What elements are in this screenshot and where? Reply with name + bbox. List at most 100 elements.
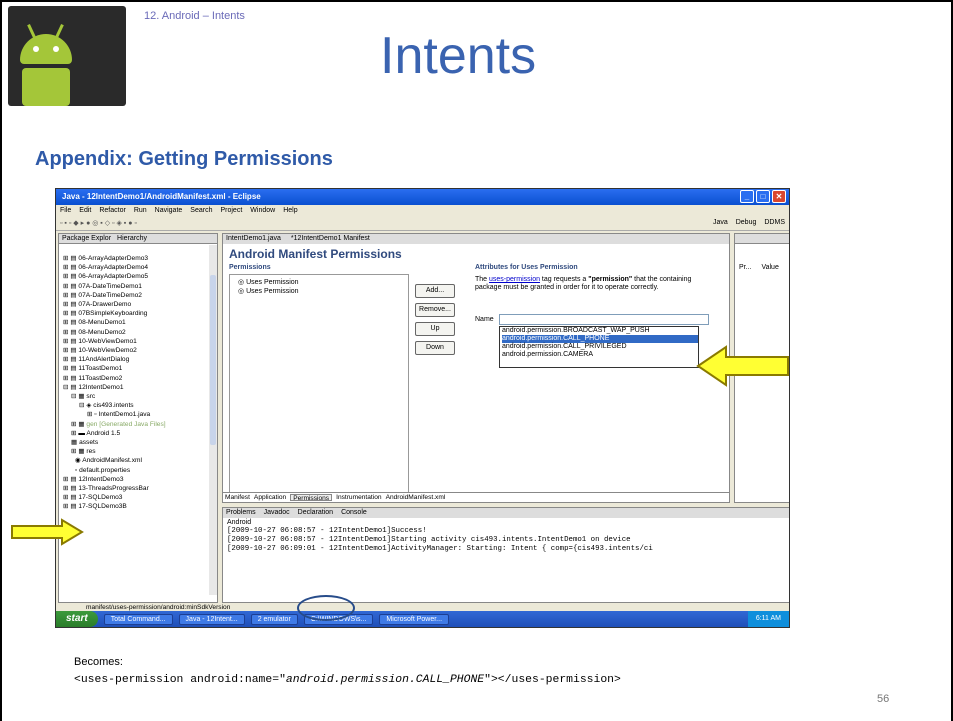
project-tree: ⊞ ▤ 06-ArrayAdapterDemo3 ⊞ ▤ 06-ArrayAda…	[59, 244, 217, 512]
tree-item[interactable]: ⊞ ▤ 17-SQLDemo3	[63, 493, 215, 502]
column-property: Pr...	[739, 264, 752, 271]
tree-item[interactable]: ⊟ ▦ src	[63, 392, 215, 401]
tree-item[interactable]: ⊞ ▤ 06-ArrayAdapterDemo4	[63, 263, 215, 272]
tree-item[interactable]: ⊞ ▤ 11ToastDemo2	[63, 374, 215, 383]
tree-item[interactable]: ⊞ ▤ 07A-DrawerDemo	[63, 300, 215, 309]
add-button[interactable]: Add...	[415, 284, 455, 298]
tab-declaration[interactable]: Declaration	[298, 509, 333, 517]
tree-item[interactable]: ⊞ ▬ Android 1.5	[63, 429, 215, 438]
perspective-ddms[interactable]: DDMS	[764, 219, 785, 228]
list-item[interactable]: ◎ Uses Permission	[238, 287, 400, 296]
window-titlebar: Java - 12IntentDemo1/AndroidManifest.xml…	[56, 189, 789, 205]
android-logo	[8, 6, 126, 106]
down-button[interactable]: Down	[415, 341, 455, 355]
tab-instrumentation[interactable]: Instrumentation	[336, 494, 381, 501]
windows-taskbar: start Total Command... Java - 12Intent..…	[56, 611, 789, 627]
tree-item[interactable]: ⊞ ▦ gen [Generated Java Files]	[63, 420, 215, 429]
tab-console[interactable]: Console	[341, 509, 367, 517]
tree-scrollbar[interactable]	[209, 245, 217, 595]
tree-item[interactable]: ⊞ ▤ 08-MenuDemo1	[63, 318, 215, 327]
tab-manifest-page[interactable]: Manifest	[225, 494, 250, 501]
permissions-tab-highlight	[297, 595, 355, 621]
tree-item[interactable]: ⊞ ▤ 12IntentDemo3	[63, 475, 215, 484]
perspective-debug[interactable]: Debug	[736, 219, 757, 228]
menu-project[interactable]: Project	[220, 207, 242, 215]
permissions-list: ◎ Uses Permission ◎ Uses Permission	[229, 274, 409, 494]
up-button[interactable]: Up	[415, 322, 455, 336]
remove-button[interactable]: Remove...	[415, 303, 455, 317]
console-line: [2009-10-27 06:08:57 - 12IntentDemo1]Suc…	[227, 527, 427, 535]
menu-refactor[interactable]: Refactor	[99, 207, 125, 215]
tab-permissions[interactable]: Permissions	[290, 494, 333, 502]
section-heading: Appendix: Getting Permissions	[35, 148, 333, 170]
becomes-label: Becomes:	[74, 656, 123, 668]
tree-item[interactable]: ⊞ ▤ 06-ArrayAdapterDemo3	[63, 254, 215, 263]
name-combo[interactable]	[499, 314, 709, 325]
task-total-commander[interactable]: Total Command...	[103, 613, 173, 625]
close-icon[interactable]: ✕	[772, 190, 786, 203]
tree-item[interactable]: ⊞ ▦ res	[63, 447, 215, 456]
perspective-java[interactable]: Java	[713, 219, 728, 228]
tab-hierarchy[interactable]: Hierarchy	[117, 235, 147, 242]
tree-item[interactable]: ⊞ ▤ 11AndAlertDialog	[63, 355, 215, 364]
tree-item[interactable]: ⊞ ▤ 06-ArrayAdapterDemo5	[63, 272, 215, 281]
dropdown-option[interactable]: android.permission.CAMERA	[502, 351, 698, 359]
tree-item[interactable]: ⊞ ▤ 11ToastDemo1	[63, 364, 215, 373]
tree-item[interactable]: ⊞ ▤ 10-WebViewDemo2	[63, 346, 215, 355]
menu-search[interactable]: Search	[190, 207, 212, 215]
start-button[interactable]: start	[56, 611, 98, 627]
name-label: Name	[475, 316, 494, 323]
manifest-title: Android Manifest Permissions	[229, 247, 402, 261]
attributes-description: The uses-permission tag requests a "perm…	[475, 276, 692, 291]
tab-javadoc[interactable]: Javadoc	[264, 509, 290, 517]
console-view: Problems Javadoc Declaration Console And…	[222, 507, 789, 603]
tab-package-explorer[interactable]: Package Explor	[62, 235, 111, 242]
manifest-editor: IntentDemo1.java *12IntentDemo1 Manifest…	[222, 233, 730, 503]
tree-item[interactable]: ⊞ ▫ IntentDemo1.java	[63, 410, 215, 419]
permission-dropdown: android.permission.BROADCAST_WAP_PUSH an…	[499, 326, 699, 368]
tab-intentdemo1-java[interactable]: IntentDemo1.java	[226, 235, 281, 243]
task-eclipse[interactable]: Java - 12Intent...	[178, 613, 245, 625]
menu-help[interactable]: Help	[283, 207, 297, 215]
tree-item[interactable]: ▦ assets	[63, 438, 215, 447]
toolbar-icons[interactable]: ▫ ▪ ▫ ◆ ▸ ● ◎ ▪ ◇ ▫ ◈ ▪ ● ▫	[60, 219, 137, 228]
menu-navigate[interactable]: Navigate	[155, 207, 183, 215]
tab-problems[interactable]: Problems	[226, 509, 256, 517]
tree-item[interactable]: ⊞ ▤ 17-SQLDemo3B	[63, 502, 215, 511]
console-label: Android	[227, 519, 252, 526]
console-line: [2009-10-27 06:09:01 - 12IntentDemo1]Act…	[227, 545, 653, 553]
tree-item[interactable]: ⊟ ◈ cis493.intents	[63, 401, 215, 410]
tree-item[interactable]: ▫ default.properties	[63, 466, 215, 475]
tab-application[interactable]: Application	[254, 494, 286, 501]
dropdown-option-selected[interactable]: android.permission.CALL_PHONE	[502, 335, 698, 343]
tree-item[interactable]: ⊞ ▤ 08-MenuDemo2	[63, 328, 215, 337]
minimize-icon[interactable]: _	[740, 190, 754, 203]
slide-subtitle: 12. Android – Intents	[144, 10, 245, 22]
menu-edit[interactable]: Edit	[79, 207, 91, 215]
dropdown-option[interactable]: android.permission.BROADCAST_WAP_PUSH	[502, 327, 698, 335]
tree-item[interactable]: ⊞ ▤ 10-WebViewDemo1	[63, 337, 215, 346]
tree-item[interactable]: ◉ AndroidManifest.xml	[63, 456, 215, 465]
attributes-header: Attributes for Uses Permission	[475, 264, 578, 271]
slide-title: Intents	[380, 27, 537, 85]
maximize-icon[interactable]: □	[756, 190, 770, 203]
dropdown-option[interactable]: android.permission.CALL_PRIVILEGED	[502, 343, 698, 351]
menu-window[interactable]: Window	[250, 207, 275, 215]
console-line: [2009-10-27 06:08:57 - 12IntentDemo1]Sta…	[227, 536, 631, 544]
tree-item[interactable]: ⊞ ▤ 07BSimpleKeyboarding	[63, 309, 215, 318]
menu-file[interactable]: File	[60, 207, 71, 215]
tab-androidmanifest-xml[interactable]: AndroidManifest.xml	[386, 494, 446, 501]
task-powerpoint[interactable]: Microsoft Power...	[379, 613, 450, 625]
list-item[interactable]: ◎ Uses Permission	[238, 278, 400, 287]
uses-permission-link[interactable]: uses-permission	[489, 276, 540, 283]
window-title: Java - 12IntentDemo1/AndroidManifest.xml…	[62, 192, 261, 201]
manifest-tabs: Manifest Application Permissions Instrum…	[223, 492, 729, 502]
tab-manifest[interactable]: *12IntentDemo1 Manifest	[291, 235, 370, 243]
tree-item[interactable]: ⊟ ▤ 12IntentDemo1	[63, 383, 215, 392]
toolbar: ▫ ▪ ▫ ◆ ▸ ● ◎ ▪ ◇ ▫ ◈ ▪ ● ▫ Java Debug D…	[56, 217, 789, 231]
tree-item[interactable]: ⊞ ▤ 07A-DateTimeDemo2	[63, 291, 215, 300]
task-emulator[interactable]: 2 emulator	[250, 613, 298, 625]
tree-item[interactable]: ⊞ ▤ 13-ThreadsProgressBar	[63, 484, 215, 493]
menu-run[interactable]: Run	[134, 207, 147, 215]
tree-item[interactable]: ⊞ ▤ 07A-DateTimeDemo1	[63, 282, 215, 291]
